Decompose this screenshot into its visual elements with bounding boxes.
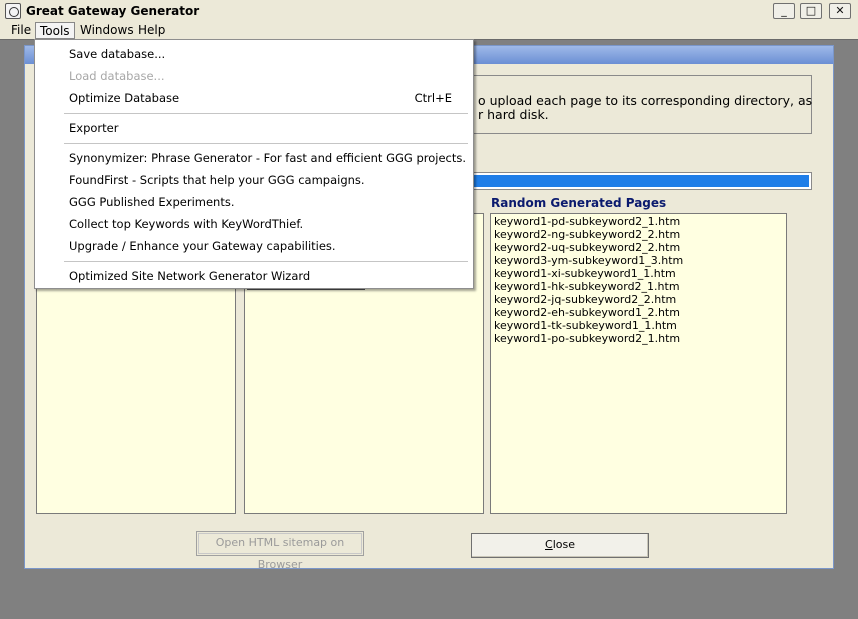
menu-item-optimize-database[interactable]: Optimize Database Ctrl+E <box>35 87 473 109</box>
list-item[interactable]: keyword2-uq-subkeyword2_2.htm <box>494 241 783 254</box>
close-window-button[interactable]: ✕ <box>829 3 851 19</box>
menu-separator <box>64 143 468 145</box>
menu-item-keywordthief[interactable]: Collect top Keywords with KeyWordThief. <box>35 213 473 235</box>
shortcut-label: Ctrl+E <box>414 91 452 105</box>
open-sitemap-button[interactable]: Open HTML sitemap on Browser <box>196 531 364 571</box>
close-button-label: lose <box>552 538 575 551</box>
list-item[interactable]: keyword1-xi-subkeyword1_1.htm <box>494 267 783 280</box>
list-item[interactable]: keyword2-jq-subkeyword2_2.htm <box>494 293 783 306</box>
close-button[interactable]: Close <box>471 533 649 558</box>
menu-item-exporter[interactable]: Exporter <box>35 117 473 139</box>
app-icon[interactable] <box>5 3 21 19</box>
menu-item-foundfirst[interactable]: FoundFirst - Scripts that help your GGG … <box>35 169 473 191</box>
menu-tools[interactable]: Tools <box>35 22 75 39</box>
title-bar: Great Gateway Generator _ □ ✕ <box>0 0 858 22</box>
list-item[interactable]: keyword3-ym-subkeyword1_3.htm <box>494 254 783 267</box>
menu-separator <box>64 261 468 263</box>
menu-item-label: FoundFirst - Scripts that help your GGG … <box>69 173 365 187</box>
menu-item-label: Exporter <box>69 121 119 135</box>
random-pages-list[interactable]: keyword1-pd-subkeyword2_1.htm keyword2-ng… <box>490 213 787 514</box>
list-item[interactable]: keyword2-ng-subkeyword2_2.htm <box>494 228 783 241</box>
menu-item-label: Collect top Keywords with KeyWordThief. <box>69 217 304 231</box>
menu-item-published-experiments[interactable]: GGG Published Experiments. <box>35 191 473 213</box>
list-item[interactable]: keyword1-tk-subkeyword1_1.htm <box>494 319 783 332</box>
minimize-button[interactable]: _ <box>773 3 795 19</box>
menu-item-label: Upgrade / Enhance your Gateway capabilit… <box>69 239 336 253</box>
progress-fill <box>470 175 809 187</box>
list-item[interactable]: keyword1-hk-subkeyword2_1.htm <box>494 280 783 293</box>
menu-item-synonymizer[interactable]: Synonymizer: Phrase Generator - For fast… <box>35 147 473 169</box>
menu-item-label: Synonymizer: Phrase Generator - For fast… <box>69 151 467 165</box>
tools-dropdown-menu: Save database... Load database... Optimi… <box>34 39 474 289</box>
list-item[interactable]: keyword1-pd-subkeyword2_1.htm <box>494 215 783 228</box>
menu-item-load-database: Load database... <box>35 65 473 87</box>
menu-item-label: Load database... <box>69 69 165 83</box>
menu-separator <box>64 113 468 115</box>
menu-item-upgrade[interactable]: Upgrade / Enhance your Gateway capabilit… <box>35 235 473 257</box>
list-item[interactable]: keyword2-eh-subkeyword1_2.htm <box>494 306 783 319</box>
menu-windows[interactable]: Windows <box>76 22 138 39</box>
window-title: Great Gateway Generator <box>26 4 200 18</box>
menu-help[interactable]: Help <box>134 22 169 39</box>
menu-file[interactable]: File <box>7 22 35 39</box>
close-button-mnemonic: C <box>545 538 553 551</box>
description-line-2: r hard disk. <box>478 107 549 122</box>
description-line-1: o upload each page to its corresponding … <box>478 93 813 108</box>
menu-item-site-network-wizard[interactable]: Optimized Site Network Generator Wizard <box>35 265 473 287</box>
menu-item-label: Optimize Database <box>69 91 180 105</box>
menu-item-save-database[interactable]: Save database... <box>35 43 473 65</box>
maximize-button[interactable]: □ <box>800 3 822 19</box>
progress-bar <box>467 172 812 190</box>
menu-item-label: GGG Published Experiments. <box>69 195 235 209</box>
description-box: o upload each page to its corresponding … <box>467 75 812 134</box>
menu-bar: File Tools Windows Help <box>0 21 858 39</box>
list-item[interactable]: keyword1-po-subkeyword2_1.htm <box>494 332 783 345</box>
menu-item-label: Save database... <box>69 47 166 61</box>
menu-item-label: Optimized Site Network Generator Wizard <box>69 269 311 283</box>
random-pages-label: Random Generated Pages <box>491 196 667 210</box>
